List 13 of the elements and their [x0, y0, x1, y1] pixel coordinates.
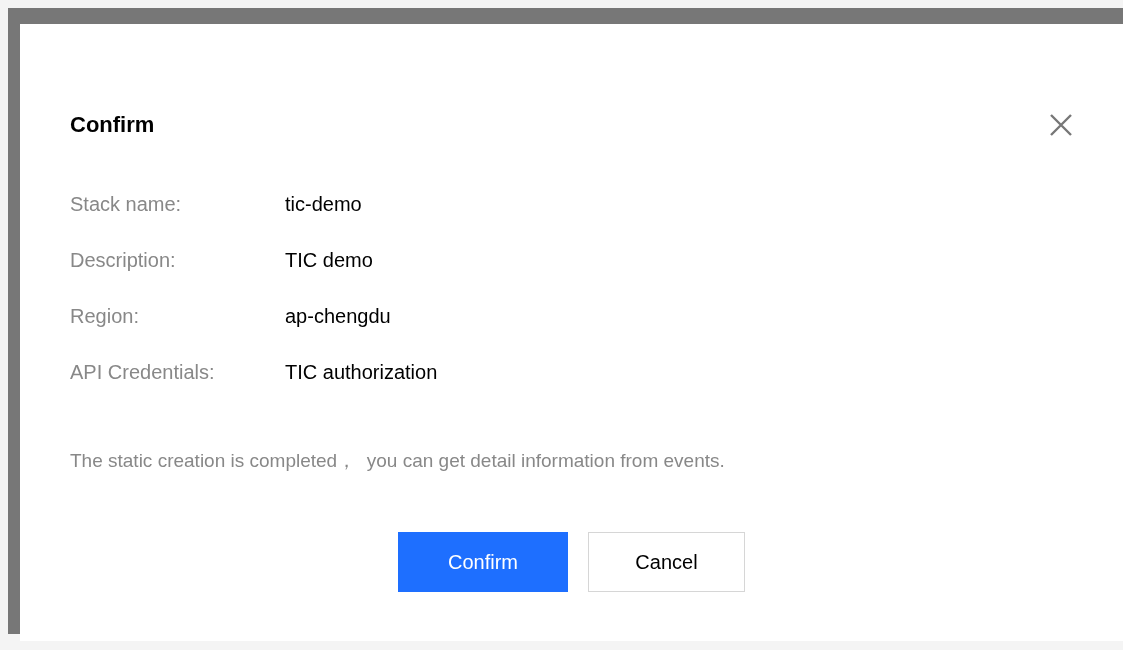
dialog-title: Confirm [70, 112, 155, 138]
message-text: The static creation is completed， you can get detail information from events. [70, 449, 726, 473]
field-label: API Credentials: [70, 360, 216, 384]
field-value: TIC demo [285, 248, 373, 272]
field-value: ap-chengdu [285, 304, 391, 328]
cancel-button[interactable]: Cancel [588, 532, 745, 592]
field-label: Description: [70, 248, 177, 272]
field-label: Region: [70, 304, 140, 328]
close-icon[interactable] [1049, 113, 1073, 137]
field-value: tic-demo [285, 192, 362, 216]
field-value: TIC authorization [285, 360, 438, 384]
field-label: Stack name: [70, 192, 183, 216]
confirm-button[interactable]: Confirm [398, 532, 568, 592]
